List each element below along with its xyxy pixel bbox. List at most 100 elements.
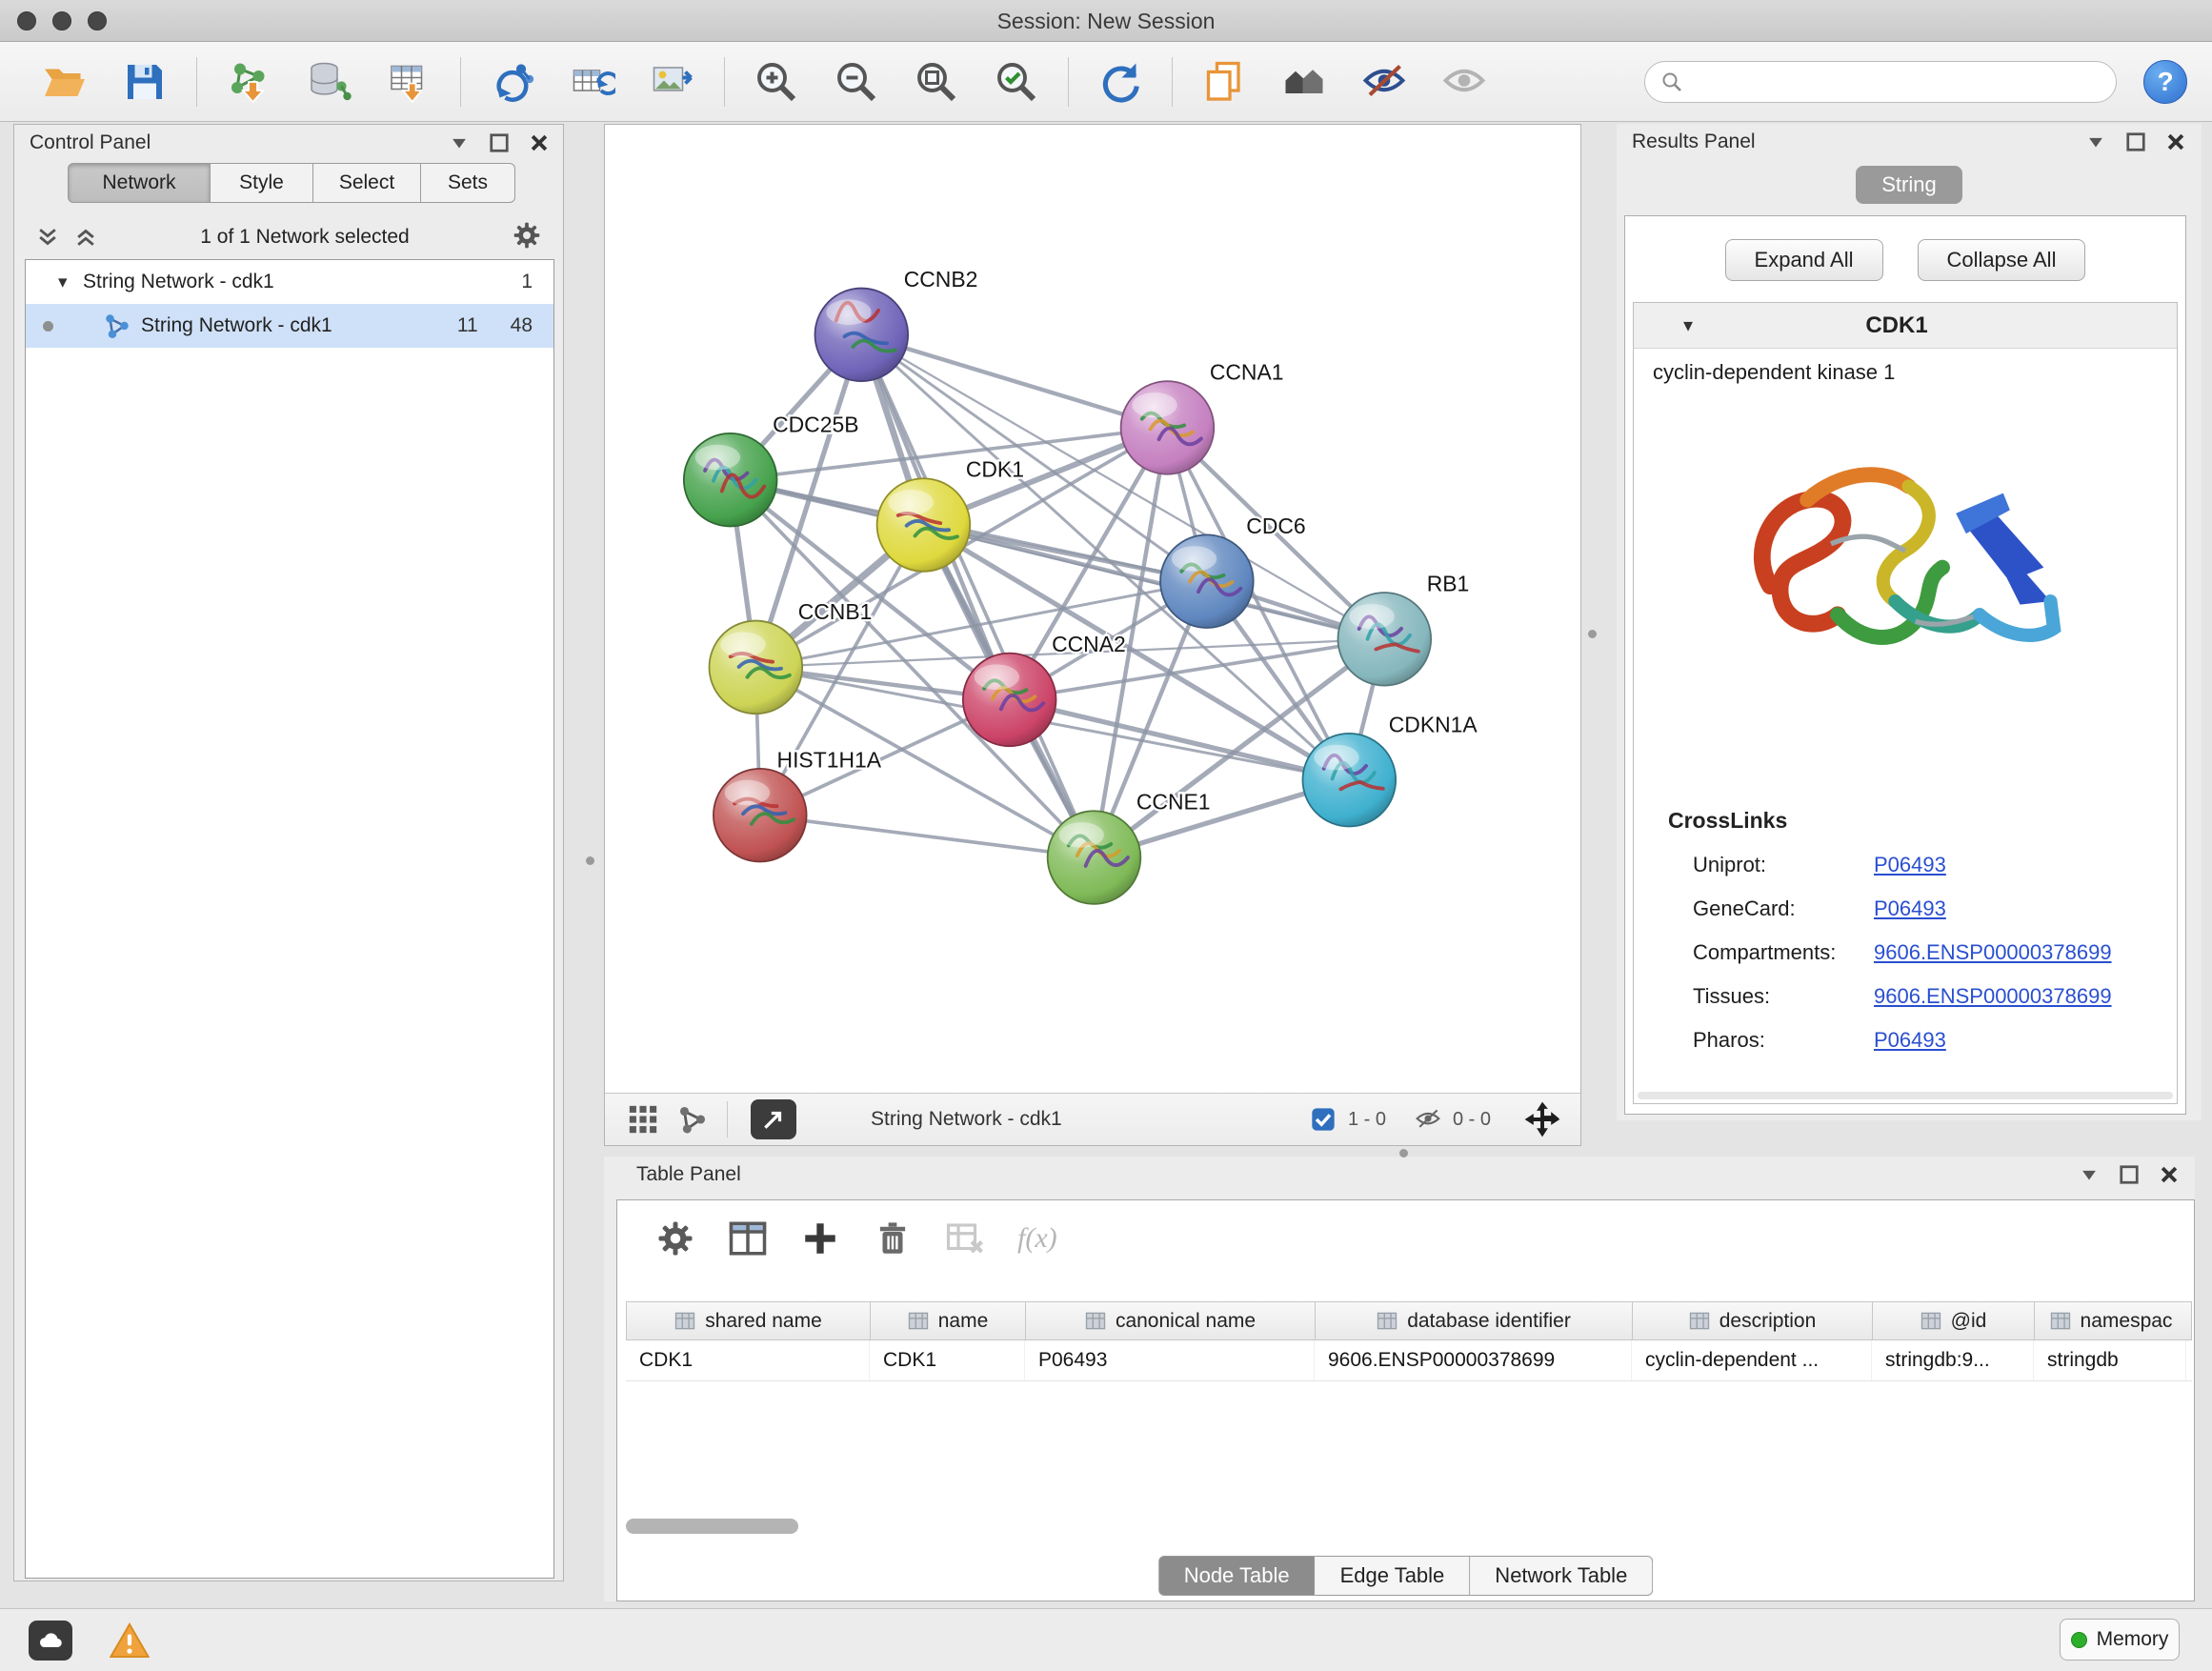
panel-float-icon[interactable]: [2125, 131, 2146, 152]
network-node-cdk1[interactable]: CDK1: [877, 457, 1024, 572]
collapse-all-button[interactable]: Collapse All: [1918, 239, 2086, 281]
panel-collapse-icon[interactable]: [2085, 131, 2106, 152]
network-row[interactable]: String Network - cdk1 11 48: [26, 304, 553, 348]
expand-all-button[interactable]: Expand All: [1725, 239, 1883, 281]
column-header-namespace[interactable]: namespac: [2035, 1302, 2187, 1339]
zoom-out-button[interactable]: [829, 54, 884, 110]
crosslink-compartments-link[interactable]: 9606.ENSP00000378699: [1874, 940, 2112, 965]
scrollbar-thumb[interactable]: [626, 1519, 798, 1534]
export-network-button[interactable]: [485, 54, 540, 110]
crosslink-row: Pharos: P06493: [1634, 1018, 2177, 1062]
delete-column-button[interactable]: [873, 1218, 913, 1258]
home-button[interactable]: [1277, 54, 1332, 110]
birds-eye-toggle-button[interactable]: [1518, 1097, 1567, 1142]
memory-button[interactable]: Memory: [2060, 1619, 2180, 1661]
column-header-name[interactable]: name: [871, 1302, 1026, 1339]
panel-close-icon[interactable]: [2165, 131, 2186, 152]
tree-disclosure-icon[interactable]: ▾: [58, 272, 83, 293]
tab-network[interactable]: Network: [68, 163, 211, 203]
column-header-description[interactable]: description: [1633, 1302, 1873, 1339]
network-selection-summary: 1 of 1 Network selected: [98, 226, 512, 249]
tab-network-table[interactable]: Network Table: [1470, 1556, 1653, 1596]
gene-disclosure-icon[interactable]: ▾: [1683, 313, 1693, 337]
network-edge[interactable]: [861, 334, 1094, 857]
tab-style[interactable]: Style: [211, 163, 313, 203]
cell-canonical-name: P06493: [1025, 1340, 1315, 1380]
results-scrollbar[interactable]: [1638, 1092, 2173, 1099]
export-table-button[interactable]: [565, 54, 620, 110]
crosslink-tissues-link[interactable]: 9606.ENSP00000378699: [1874, 984, 2112, 1009]
selected-checkbox-icon[interactable]: [1310, 1106, 1337, 1133]
network-node-ccna1[interactable]: CCNA1: [1121, 360, 1284, 474]
zoom-selected-button[interactable]: [989, 54, 1044, 110]
import-table-file-button[interactable]: [381, 54, 436, 110]
selected-counts: 1 - 0: [1348, 1109, 1386, 1131]
crosslink-uniprot-link[interactable]: P06493: [1874, 853, 1946, 877]
column-header-id[interactable]: @id: [1873, 1302, 2035, 1339]
show-all-button[interactable]: [1437, 54, 1492, 110]
search-input[interactable]: [1693, 70, 2101, 93]
panel-float-icon[interactable]: [489, 132, 510, 153]
toolbar-separator: [1172, 57, 1173, 107]
crosslinks-heading: CrossLinks: [1668, 808, 2177, 834]
cloud-services-button[interactable]: [29, 1621, 72, 1661]
open-session-button[interactable]: [37, 54, 92, 110]
panel-close-icon[interactable]: [529, 132, 550, 153]
create-column-button[interactable]: [800, 1218, 840, 1258]
node-table: shared name name canonical name database…: [626, 1301, 2192, 1381]
column-header-canonical-name[interactable]: canonical name: [1026, 1302, 1316, 1339]
help-button[interactable]: ?: [2143, 60, 2187, 104]
network-edge[interactable]: [760, 815, 1095, 857]
delete-table-button[interactable]: [945, 1218, 985, 1258]
show-columns-button[interactable]: [728, 1218, 768, 1258]
network-node-hist1h1a[interactable]: HIST1H1A: [714, 747, 882, 861]
column-header-database-identifier[interactable]: database identifier: [1316, 1302, 1633, 1339]
panel-float-icon[interactable]: [2119, 1164, 2140, 1185]
collapse-all-tree-icon[interactable]: [35, 225, 60, 250]
zoom-in-button[interactable]: [749, 54, 804, 110]
tab-select[interactable]: Select: [313, 163, 421, 203]
table-settings-button[interactable]: [655, 1218, 695, 1258]
string-results-tab[interactable]: String: [1856, 166, 1962, 204]
open-in-new-button[interactable]: [751, 1099, 796, 1139]
network-node-rb1[interactable]: RB1: [1337, 572, 1469, 686]
tab-sets[interactable]: Sets: [421, 163, 515, 203]
node-label: CCNA2: [1052, 632, 1126, 656]
import-network-file-button[interactable]: [221, 54, 276, 110]
tab-node-table[interactable]: Node Table: [1158, 1556, 1316, 1596]
panel-collapse-icon[interactable]: [2079, 1164, 2100, 1185]
tab-edge-table[interactable]: Edge Table: [1316, 1556, 1471, 1596]
table-panel-body: f(x) shared name name canonical name dat…: [616, 1199, 2195, 1601]
gene-section-header[interactable]: ▾ CDK1: [1634, 303, 2177, 349]
network-share-view-button[interactable]: [668, 1097, 717, 1141]
network-options-button[interactable]: [512, 220, 542, 255]
zoom-fit-button[interactable]: [909, 54, 964, 110]
crosslink-row: Tissues: 9606.ENSP00000378699: [1634, 975, 2177, 1018]
panel-close-icon[interactable]: [2159, 1164, 2180, 1185]
network-edge[interactable]: [861, 334, 1167, 428]
bottom-splitter-handle[interactable]: [1399, 1149, 1408, 1158]
function-builder-button[interactable]: f(x): [1017, 1222, 1057, 1255]
export-image-button[interactable]: [645, 54, 700, 110]
hidden-eye-icon[interactable]: [1415, 1106, 1441, 1133]
save-session-button[interactable]: [117, 54, 172, 110]
right-splitter-handle[interactable]: [1588, 630, 1597, 638]
refresh-button[interactable]: [1093, 54, 1148, 110]
network-canvas[interactable]: CCNB2CCNA1CDC25BCDK1CDC6RB1CCNB1CCNA2CDK…: [605, 125, 1580, 1093]
expand-all-tree-icon[interactable]: [73, 225, 98, 250]
table-row[interactable]: CDK1 CDK1 P06493 9606.ENSP00000378699 cy…: [626, 1340, 2192, 1381]
import-network-database-button[interactable]: [301, 54, 356, 110]
panel-collapse-icon[interactable]: [449, 132, 470, 153]
left-splitter-handle[interactable]: [586, 856, 594, 865]
crosslink-pharos-link[interactable]: P06493: [1874, 1028, 1946, 1053]
gene-description: cyclin-dependent kinase 1: [1634, 349, 2177, 385]
grid-view-button[interactable]: [618, 1097, 668, 1141]
network-node-cdc6[interactable]: CDC6: [1160, 513, 1306, 628]
crosslink-genecard-link[interactable]: P06493: [1874, 896, 1946, 921]
column-header-shared-name[interactable]: shared name: [627, 1302, 871, 1339]
network-node-cdkn1a[interactable]: CDKN1A: [1302, 712, 1478, 826]
network-collection-row[interactable]: ▾ String Network - cdk1 1: [26, 260, 553, 304]
hide-selected-button[interactable]: [1357, 54, 1412, 110]
copy-button[interactable]: [1196, 54, 1252, 110]
warnings-button[interactable]: [108, 1619, 151, 1662]
